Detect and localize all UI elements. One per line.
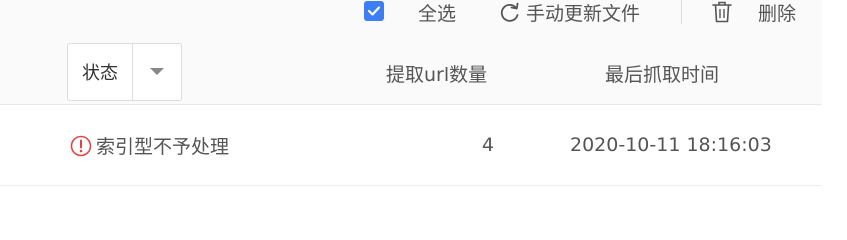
column-header-last-crawl-time[interactable]: 最后抓取时间 [605, 42, 719, 104]
delete-button[interactable]: 删除 [758, 0, 796, 25]
toolbar-divider [681, 0, 682, 24]
status-filter-dropdown-button[interactable] [133, 44, 181, 100]
row-status: 索引型不予处理 [96, 135, 230, 158]
select-all-checkbox[interactable] [364, 1, 384, 21]
refresh-icon[interactable] [499, 1, 521, 23]
warning-circle-icon [70, 135, 92, 157]
row-last-crawl-time: 2020-10-11 18:16:03 [570, 134, 772, 156]
checkmark-icon [367, 6, 381, 16]
column-header-url-count[interactable]: 提取url数量 [386, 42, 487, 104]
status-filter-label: 状态 [82, 63, 118, 84]
status-filter-select[interactable]: 状态 [67, 43, 182, 101]
table-row[interactable]: 索引型不予处理 4 2020-10-11 18:16:03 [0, 105, 822, 186]
toolbar: 全选 手动更新文件 删除 [0, 0, 822, 42]
refresh-button[interactable]: 手动更新文件 [526, 0, 640, 25]
page: 全选 手动更新文件 删除 状态 提取url数量 最后抓取时间 索引型不予处理 4… [0, 0, 847, 209]
caret-down-icon [150, 68, 164, 75]
trash-icon[interactable] [711, 0, 733, 24]
row-url-count: 4 [481, 134, 494, 156]
select-all-label[interactable]: 全选 [418, 0, 456, 25]
table-header: 状态 提取url数量 最后抓取时间 [0, 42, 822, 105]
